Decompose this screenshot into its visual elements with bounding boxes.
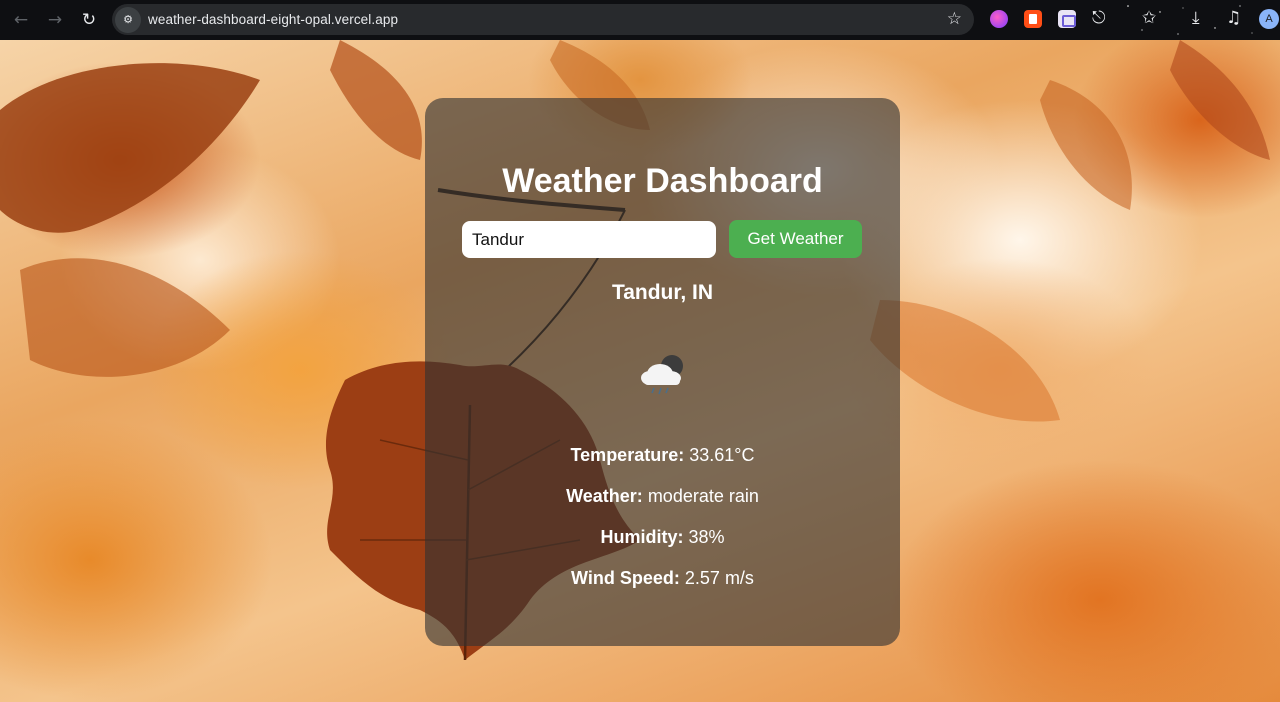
extension-orange-icon[interactable] (1024, 10, 1042, 28)
stat-value: 2.57 m/s (684, 568, 754, 588)
wind-speed-stat: Wind Speed: 2.57 m/s (425, 568, 900, 589)
address-bar[interactable]: ⚙ weather-dashboard-eight-opal.vercel.ap… (112, 4, 974, 35)
stat-value: moderate rain (647, 486, 759, 506)
media-control-icon[interactable]: ♫ (1226, 8, 1241, 28)
bookmark-star-icon[interactable]: ☆ (947, 9, 962, 29)
stat-label: Weather: (566, 486, 643, 506)
stat-label: Humidity: (600, 527, 684, 547)
site-info-icon[interactable]: ⚙ (115, 6, 141, 33)
page-title: Weather Dashboard (502, 162, 823, 200)
stat-label: Temperature: (570, 445, 685, 465)
browser-toolbar: ← → ↻ ⚙ weather-dashboard-eight-opal.ver… (0, 0, 1280, 40)
extension-brain-icon[interactable] (990, 10, 1008, 28)
forward-arrow-icon[interactable]: → (38, 3, 72, 37)
get-weather-button[interactable]: Get Weather (729, 220, 862, 258)
reading-list-star-icon[interactable]: ✩ (1142, 8, 1156, 28)
reload-icon[interactable]: ↻ (72, 3, 106, 37)
stat-label: Wind Speed: (571, 568, 680, 588)
stat-value: 38% (688, 527, 725, 547)
extensions-puzzle-icon[interactable]: ⎋ (1092, 8, 1105, 28)
page-background: Weather Dashboard Get Weather Tandur, IN… (0, 40, 1280, 702)
location-heading: Tandur, IN (611, 281, 714, 304)
back-arrow-icon[interactable]: ← (4, 3, 38, 37)
avatar[interactable]: A (1259, 9, 1279, 29)
weather-condition-stat: Weather: moderate rain (425, 486, 900, 507)
weather-dashboard-card: Weather Dashboard Get Weather Tandur, IN… (425, 98, 900, 646)
humidity-stat: Humidity: 38% (425, 527, 900, 548)
stat-value: 33.61°C (689, 445, 755, 465)
cloud-rain-icon (641, 355, 683, 395)
city-search-input[interactable] (462, 221, 716, 258)
temperature-stat: Temperature: 33.61°C (425, 445, 900, 466)
url-text[interactable]: weather-dashboard-eight-opal.vercel.app (148, 12, 398, 27)
extension-grid-icon[interactable] (1058, 10, 1076, 28)
download-icon[interactable]: ⤓ (1192, 8, 1200, 28)
